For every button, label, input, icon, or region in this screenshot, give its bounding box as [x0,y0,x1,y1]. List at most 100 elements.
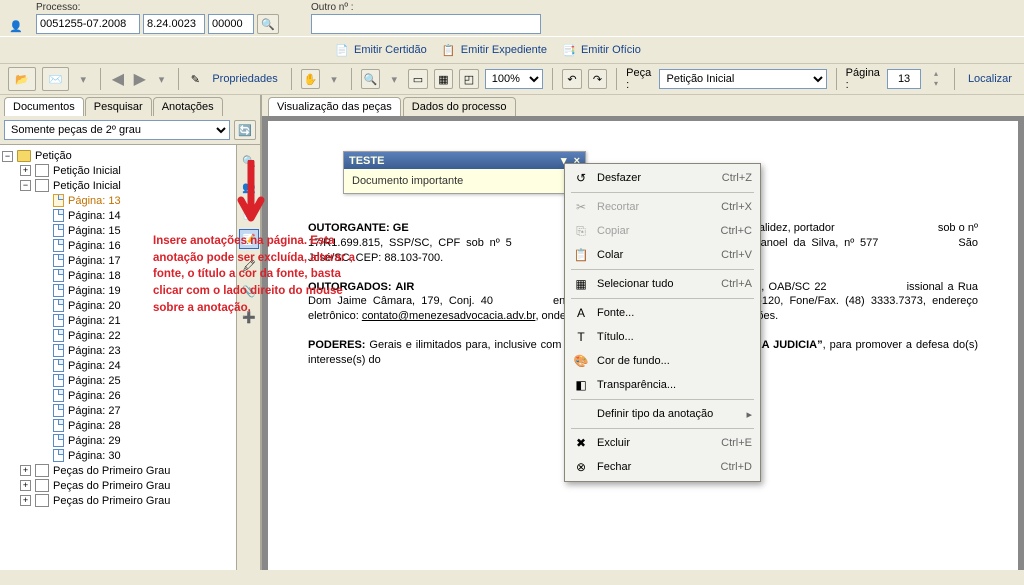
emitir-oficio-label: Emitir Ofício [581,44,641,56]
emitir-expediente-link[interactable]: 📋Emitir Expediente [437,40,551,60]
note-body-text[interactable]: Documento importante [344,169,585,193]
page-up-button[interactable]: ▴ [927,69,945,79]
callout-text: Insere anotações na página. Esta anotaçã… [153,233,368,316]
nav-next-button[interactable]: ▶ [132,69,148,89]
tree-label: Página: 17 [68,255,121,267]
cm-desfazer[interactable]: ↺DesfazerCtrl+Z [567,166,758,190]
annotation-note[interactable]: TESTE ▾ × Documento importante [343,151,586,194]
filter-combo[interactable]: Somente peças de 2º grau [4,120,230,140]
doc-icon [35,479,49,492]
cm-excluir[interactable]: ✖ExcluirCtrl+E [567,431,758,455]
doc-icon [35,164,49,177]
actual-size-button[interactable]: ◰ [459,69,479,89]
propriedades-link[interactable]: Propriedades [208,71,281,87]
hand-tool-button[interactable]: ✋ [301,69,321,89]
tree-label: Página: 14 [68,210,121,222]
tree-peticao-a[interactable]: +Petição Inicial [2,163,234,178]
rotate-right-button[interactable]: ↷ [588,69,608,89]
context-menu: ↺DesfazerCtrl+Z ✂RecortarCtrl+X ⎘CopiarC… [564,163,761,482]
tree-page-item[interactable]: Página: 28 [2,418,234,433]
cm-definir-tipo[interactable]: Definir tipo da anotação▸ [567,402,758,426]
page-down-button[interactable]: ▾ [927,79,945,89]
dropdown-toggle[interactable]: ▾ [75,73,91,86]
cut-icon: ✂ [573,199,589,215]
tree-page-item[interactable]: Página: 27 [2,403,234,418]
outro-label: Outro nº : [311,2,541,13]
pagina-input[interactable] [887,69,921,89]
localizar-label: Localizar [968,73,1012,85]
page-icon [53,284,64,297]
emitir-oficio-link[interactable]: 📑Emitir Ofício [557,40,645,60]
tree-label: Página: 23 [68,345,121,357]
tree-page-item[interactable]: Página: 30 [2,448,234,463]
tree-label: Página: 26 [68,390,121,402]
emitir-certidao-link[interactable]: 📄Emitir Certidão [330,40,431,60]
document-tree[interactable]: −Petição +Petição Inicial −Petição Inici… [0,145,236,570]
document-viewer[interactable]: TESTE ▾ × Documento importante ↺Desfazer… [268,121,1018,570]
tree-pecas-pg-a[interactable]: +Peças do Primeiro Grau [2,463,234,478]
tree-root[interactable]: −Petição [2,149,234,163]
tree-label: Página: 13 [68,195,121,207]
tree-page-current[interactable]: Página: 13 [2,193,234,208]
nav-prev-button[interactable]: ◀ [110,69,126,89]
page-icon [53,374,64,387]
tree-page-item[interactable]: Página: 25 [2,373,234,388]
tree-peticao-b[interactable]: −Petição Inicial [2,178,234,193]
doc-email: contato@menezesadvocacia.adv.br [362,310,536,322]
refresh-tree-button[interactable]: 🔄 [234,120,256,140]
search-processo-button[interactable]: 🔍 [257,14,279,34]
cm-cor-fundo[interactable]: 🎨Cor de fundo... [567,349,758,373]
fit-width-button[interactable]: ▭ [408,69,428,89]
tree-pecas-pg-c[interactable]: +Peças do Primeiro Grau [2,493,234,508]
zoom-combo[interactable]: 100% [485,69,544,89]
tree-page-item[interactable]: Página: 14 [2,208,234,223]
tab-dados-processo[interactable]: Dados do processo [403,97,516,116]
folder-icon [17,150,31,162]
tree-page-item[interactable]: Página: 24 [2,358,234,373]
paste-icon: 📋 [573,247,589,263]
page-icon [53,209,64,222]
page-icon [53,224,64,237]
title-icon: T [573,329,589,345]
zoom-dropdown[interactable]: ▾ [386,73,402,86]
tree-label: Página: 22 [68,330,121,342]
processo-seq1[interactable] [143,14,205,34]
tab-documentos[interactable]: Documentos [4,97,84,116]
emitir-certidao-label: Emitir Certidão [354,44,427,56]
cm-selecionar-tudo[interactable]: ▦Selecionar tudoCtrl+A [567,272,758,296]
zoom-button[interactable]: 🔍 [361,69,381,89]
rotate-left-button[interactable]: ↶ [562,69,582,89]
outro-input[interactable] [311,14,541,34]
open-folder-button[interactable]: 📂 [8,67,36,91]
page-icon [53,344,64,357]
cm-fonte[interactable]: AFonte... [567,301,758,325]
tree-page-item[interactable]: Página: 23 [2,343,234,358]
cm-fechar[interactable]: ⊗FecharCtrl+D [567,455,758,479]
processo-input[interactable] [36,14,140,34]
tab-anotacoes[interactable]: Anotações [153,97,223,116]
tree-label: Página: 16 [68,240,121,252]
dropdown-toggle-3[interactable]: ▾ [326,73,342,86]
tree-page-item[interactable]: Página: 26 [2,388,234,403]
transp-icon: ◧ [573,377,589,393]
tree-label: Peças do Primeiro Grau [53,480,170,492]
cm-transparencia[interactable]: ◧Transparência... [567,373,758,397]
cm-titulo[interactable]: TTítulo... [567,325,758,349]
tree-page-item[interactable]: Página: 22 [2,328,234,343]
tab-pesquisar[interactable]: Pesquisar [85,97,152,116]
peca-combo[interactable]: Petição Inicial [659,69,826,89]
processo-seq2[interactable] [208,14,254,34]
pagina-label: Página : [846,67,881,91]
localizar-link[interactable]: Localizar [964,71,1016,87]
emitir-expediente-label: Emitir Expediente [461,44,547,56]
tree-label: Peças do Primeiro Grau [53,495,170,507]
cm-colar[interactable]: 📋ColarCtrl+V [567,243,758,267]
pencil-icon[interactable]: ✎ [188,71,202,87]
tree-pecas-pg-b[interactable]: +Peças do Primeiro Grau [2,478,234,493]
page-icon [53,359,64,372]
dropdown-toggle-2[interactable]: ▾ [154,73,170,86]
fit-page-button[interactable]: ▦ [434,69,454,89]
mail-button[interactable]: ✉️ [42,67,70,91]
tab-visualizacao[interactable]: Visualização das peças [268,97,401,116]
tree-page-item[interactable]: Página: 29 [2,433,234,448]
